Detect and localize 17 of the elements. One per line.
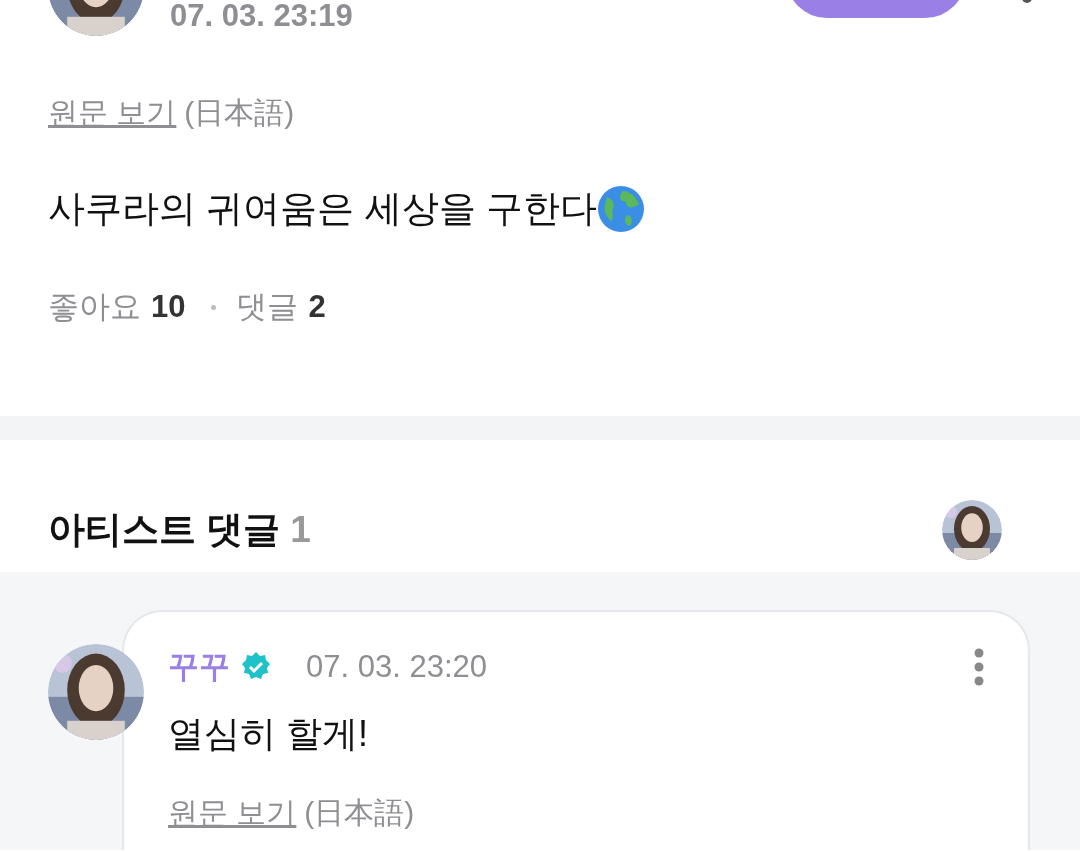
original-text-link[interactable]: 원문 보기 bbox=[48, 93, 177, 134]
comment-text: 열심히 할게! bbox=[168, 712, 369, 756]
stat-count: 2 bbox=[308, 289, 326, 325]
post-text: 사쿠라의 귀여움은 세상을 구한다 bbox=[48, 187, 597, 231]
stat-label: 댓글 bbox=[236, 288, 299, 326]
language-label: (日本語) bbox=[184, 95, 295, 131]
original-text-link[interactable]: 원문 보기 bbox=[168, 793, 297, 834]
more-icon[interactable] bbox=[974, 648, 984, 686]
post-time: 07. 03. 23:19 bbox=[170, 0, 353, 35]
author-name[interactable]: 꾸꾸 bbox=[168, 646, 230, 688]
language-label: (日本語) bbox=[304, 795, 415, 831]
section-title: 아티스트 댓글 bbox=[48, 508, 281, 552]
globe-icon bbox=[596, 185, 645, 233]
stat-label: 좋아요 bbox=[48, 288, 141, 326]
comment-time: 07. 03. 23:20 bbox=[306, 649, 487, 685]
comment-count: 1 bbox=[290, 509, 311, 551]
stat-count: 10 bbox=[151, 289, 186, 325]
